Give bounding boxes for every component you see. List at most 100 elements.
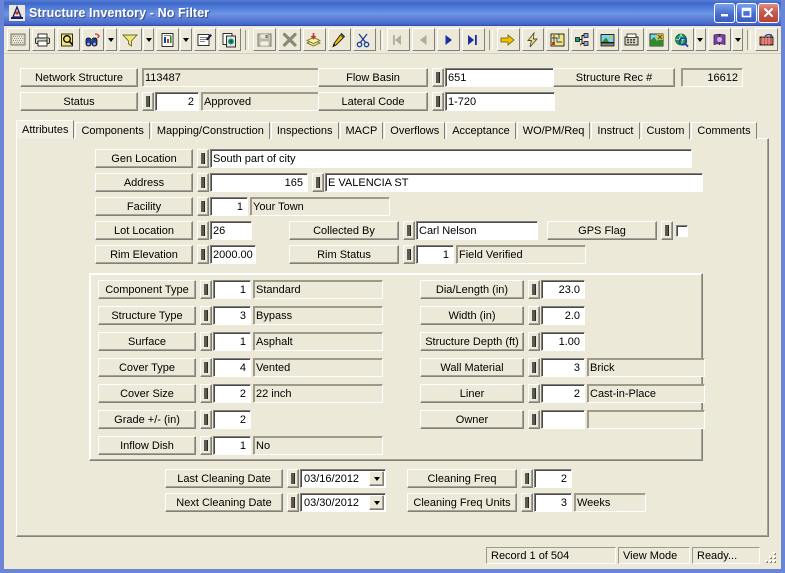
gps-flag-checkbox[interactable] [676,224,688,237]
wall-material-code[interactable]: 3 [541,358,585,377]
close-button[interactable] [758,2,779,23]
collected-by-lookup-button[interactable] [403,221,415,240]
quick-action-icon[interactable] [521,28,545,51]
tab-overflows[interactable]: Overflows [384,122,446,139]
cut-icon[interactable] [352,28,376,51]
address-number[interactable]: 165 [210,173,308,192]
grade-in-button[interactable]: Grade +/- (in) [98,410,196,429]
structure-type-button[interactable]: Structure Type [98,306,196,325]
rim-elevation-button[interactable]: Rim Elevation [95,245,193,264]
structure-rec-button[interactable]: Structure Rec # [553,68,675,87]
structure-depth-ft-button[interactable]: Structure Depth (ft) [420,332,524,351]
web-icon[interactable] [670,28,694,51]
print-icon[interactable] [31,28,55,51]
cover-type-code[interactable]: 4 [213,358,251,377]
lot-location-button[interactable]: Lot Location [95,221,193,240]
last-record-icon[interactable] [461,28,485,51]
tab-custom[interactable]: Custom [640,122,691,139]
rim-elevation-lookup-button[interactable] [197,245,209,264]
address-button[interactable]: Address [95,173,193,192]
cleaning-freq-button[interactable]: Cleaning Freq [407,469,517,488]
component-type-button[interactable]: Component Type [98,280,196,299]
surface-button[interactable]: Surface [98,332,196,351]
next-cleaning-date-lookup-button[interactable] [287,493,299,512]
owner-button[interactable]: Owner [420,410,524,429]
rim-status-code[interactable]: 1 [416,245,454,264]
next-cleaning-date-dropdown-icon[interactable] [369,495,384,510]
rim-status-button[interactable]: Rim Status [289,245,399,264]
cleaning-freq-units-code[interactable]: 3 [534,493,572,512]
liner-code[interactable]: 2 [541,384,585,403]
report-icon[interactable] [156,28,180,51]
cover-size-lookup-button[interactable] [200,384,212,403]
surface-lookup-button[interactable] [200,332,212,351]
width-in-lookup-button[interactable] [528,306,540,325]
cleaning-freq-units-lookup-button[interactable] [521,493,533,512]
last-cleaning-date-lookup-button[interactable] [287,469,299,488]
cover-type-button[interactable]: Cover Type [98,358,196,377]
grade-in-code[interactable]: 2 [213,410,251,429]
tab-acceptance[interactable]: Acceptance [446,122,516,139]
report-dropdown-icon[interactable] [180,28,192,51]
gen-location-value[interactable]: South part of city [210,149,692,168]
liner-lookup-button[interactable] [528,384,540,403]
network-structure-button[interactable]: Network Structure [20,68,138,87]
cleaning-freq-value[interactable]: 2 [534,469,572,488]
owner-lookup-button[interactable] [528,410,540,429]
web-dropdown-icon[interactable] [694,28,707,51]
inflow-dish-code[interactable]: 1 [213,436,251,455]
cover-size-button[interactable]: Cover Size [98,384,196,403]
maximize-button[interactable] [736,2,757,23]
address-street[interactable]: E VALENCIA ST [325,173,703,192]
filter-dropdown-icon[interactable] [142,28,155,51]
gps-flag-button[interactable]: GPS Flag [547,221,657,240]
owner-code[interactable] [541,410,585,429]
print-preview-icon[interactable] [56,28,80,51]
surface-code[interactable]: 1 [213,332,251,351]
tree-icon[interactable] [571,28,595,51]
inflow-dish-lookup-button[interactable] [200,436,212,455]
gen-location-button[interactable]: Gen Location [95,149,193,168]
tab-mapping-construction[interactable]: Mapping/Construction [150,122,270,139]
find-dropdown-icon[interactable] [105,28,117,51]
facility-code[interactable]: 1 [210,197,248,216]
tab-instruct[interactable]: Instruct [591,122,640,139]
next-cleaning-date-button[interactable]: Next Cleaning Date [165,493,283,512]
goto-icon[interactable] [496,28,520,51]
wall-material-button[interactable]: Wall Material [420,358,524,377]
lateral-code-button[interactable]: Lateral Code [318,92,428,111]
component-type-lookup-button[interactable] [200,280,212,299]
new-record-icon[interactable] [7,28,30,51]
tab-attributes[interactable]: Attributes [16,120,75,139]
cover-type-lookup-button[interactable] [200,358,212,377]
cleaning-freq-units-button[interactable]: Cleaning Freq Units [407,493,517,512]
gen-location-lookup-button[interactable] [197,149,209,168]
facility-lookup-button[interactable] [197,197,209,216]
tab-comments[interactable]: Comments [691,122,757,139]
title-bar[interactable]: Structure Inventory - No Filter [4,0,781,26]
delete-icon[interactable] [278,28,301,51]
save-icon[interactable] [253,28,277,51]
lateral-code-lookup-button[interactable] [432,92,444,111]
structure-type-code[interactable]: 3 [213,306,251,325]
collected-by-value[interactable]: Carl Nelson [416,221,538,240]
resize-grip[interactable] [762,549,776,563]
next-cleaning-date-combo[interactable]: 03/30/2012 [300,493,386,512]
lateral-code-value[interactable]: 1-720 [445,92,555,111]
fax-icon[interactable] [621,28,644,51]
status-code[interactable]: 2 [155,92,199,111]
tab-wo-pm-req[interactable]: WO/PM/Req [516,122,591,139]
address-lookup-button[interactable] [197,173,209,192]
cleaning-freq-lookup-button[interactable] [521,469,533,488]
collected-by-button[interactable]: Collected By [289,221,399,240]
dia-length-in-button[interactable]: Dia/Length (in) [420,280,524,299]
edit-icon[interactable] [327,28,351,51]
lot-location-lookup-button[interactable] [197,221,209,240]
lot-location-value[interactable]: 26 [210,221,252,240]
next-record-icon[interactable] [437,28,460,51]
image-icon[interactable] [596,28,620,51]
flow-basin-value[interactable]: 651 [445,68,555,87]
filter-icon[interactable] [118,28,142,51]
gis-icon[interactable] [645,28,669,51]
properties-icon[interactable] [193,28,217,51]
